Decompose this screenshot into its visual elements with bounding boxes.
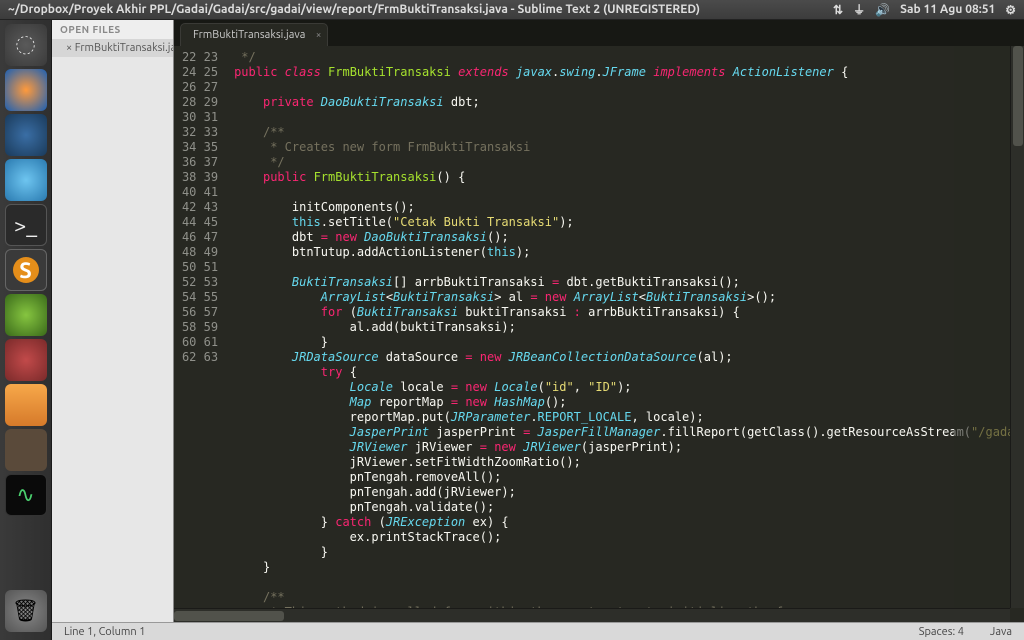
scrollbar-horizontal[interactable] bbox=[174, 608, 1010, 622]
unity-launcher: ◌ >_ S ∿ 🗑 bbox=[0, 20, 52, 640]
scrollbar-vertical[interactable] bbox=[1010, 46, 1024, 608]
top-panel: ~/Dropbox/Proyek Akhir PPL/Gadai/Gadai/s… bbox=[0, 0, 1024, 20]
open-file-item[interactable]: × FrmBuktiTransaksi.jav bbox=[52, 39, 173, 57]
qt-app-icon[interactable] bbox=[5, 294, 47, 336]
gear-icon[interactable]: ⚙ bbox=[1005, 3, 1016, 17]
status-position[interactable]: Line 1, Column 1 bbox=[64, 626, 145, 638]
code-area[interactable]: 22 23 24 25 26 27 28 29 30 31 32 33 34 3… bbox=[174, 46, 1024, 622]
thunderbird-icon[interactable] bbox=[5, 114, 47, 156]
sound-icon[interactable]: 🔊 bbox=[875, 3, 890, 17]
tab-active[interactable]: FrmBuktiTransaksi.java × bbox=[180, 23, 328, 46]
close-icon[interactable]: × bbox=[316, 29, 322, 40]
window-title: ~/Dropbox/Proyek Akhir PPL/Gadai/Gadai/s… bbox=[8, 3, 700, 16]
sidebar-header: OPEN FILES bbox=[52, 20, 173, 39]
gimp-icon[interactable] bbox=[5, 429, 47, 471]
sublime-icon[interactable]: S bbox=[5, 249, 47, 291]
files-icon[interactable] bbox=[5, 384, 47, 426]
dash-icon[interactable]: ◌ bbox=[5, 24, 47, 66]
image-viewer-icon[interactable] bbox=[5, 159, 47, 201]
editor-window: OPEN FILES × FrmBuktiTransaksi.jav FrmBu… bbox=[52, 20, 1024, 640]
trash-icon[interactable]: 🗑 bbox=[5, 590, 47, 632]
settings-icon[interactable] bbox=[5, 339, 47, 381]
wifi-icon[interactable]: ⏚ bbox=[853, 1, 865, 18]
minimap[interactable] bbox=[954, 46, 1010, 608]
status-bar: Line 1, Column 1 Spaces: 4 Java bbox=[52, 622, 1024, 640]
tab-label: FrmBuktiTransaksi.java bbox=[193, 29, 305, 41]
system-monitor-icon[interactable]: ∿ bbox=[5, 474, 47, 516]
panel-indicators: ⇅ ⏚ 🔊 Sab 11 Agu 08:51 ⚙ bbox=[833, 1, 1016, 18]
clock[interactable]: Sab 11 Agu 08:51 bbox=[900, 3, 995, 16]
firefox-icon[interactable] bbox=[5, 69, 47, 111]
tab-bar: FrmBuktiTransaksi.java × bbox=[174, 20, 1024, 46]
status-spaces[interactable]: Spaces: 4 bbox=[919, 626, 964, 638]
code-content[interactable]: */ public class FrmBuktiTransaksi extend… bbox=[226, 46, 1024, 622]
dropbox-icon[interactable]: ⇅ bbox=[833, 3, 843, 17]
scrollbar-thumb[interactable] bbox=[174, 611, 284, 621]
gutter: 22 23 24 25 26 27 28 29 30 31 32 33 34 3… bbox=[174, 46, 226, 622]
scrollbar-thumb[interactable] bbox=[1013, 46, 1023, 146]
status-lang[interactable]: Java bbox=[990, 626, 1012, 638]
sidebar[interactable]: OPEN FILES × FrmBuktiTransaksi.jav bbox=[52, 20, 174, 622]
terminal-icon[interactable]: >_ bbox=[5, 204, 47, 246]
